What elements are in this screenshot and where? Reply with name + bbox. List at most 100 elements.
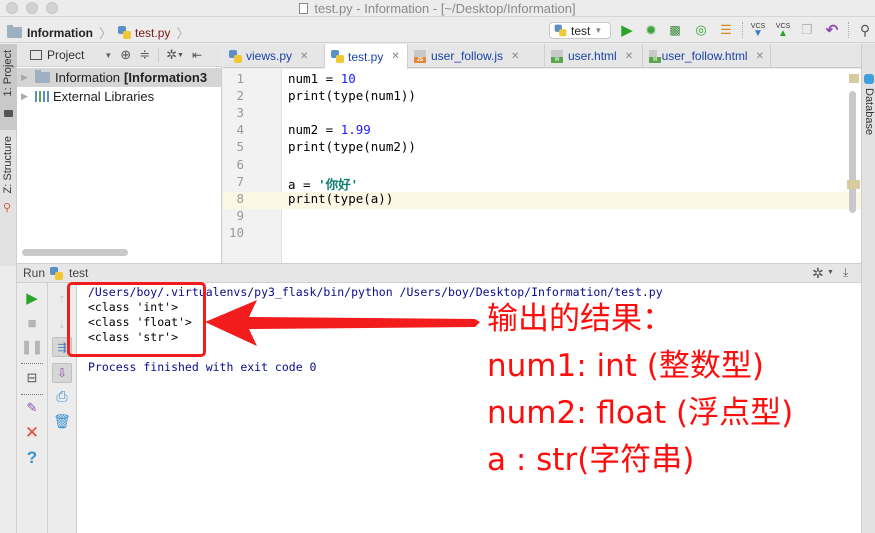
html-file-icon: H [649,49,661,63]
tool-window-project-button[interactable]: 1: Project [0,44,17,130]
tab-user-follow-html[interactable]: H user_follow.html ✕ [643,44,771,68]
close-tab-icon[interactable]: ✕ [625,51,633,62]
project-horizontal-scrollbar[interactable] [22,249,128,256]
database-icon [864,74,874,84]
code-text: a = [288,176,319,192]
collapse-all-icon[interactable]: ≑ [139,47,150,63]
python-file-icon [331,50,344,63]
navigation-bar: Information 〉 test.py 〉 [0,18,875,43]
code-content[interactable]: num1 = 10 print(type(num1)) num2 = 1.99 pri… [282,69,842,263]
code-text: num2 = [288,122,341,138]
project-panel-header: Project ▼ ⊕ ≑ ✲ ▼ ⇤ [17,44,222,67]
hide-panel-icon[interactable]: ⇤ [192,48,202,62]
run-panel-header: Run test ✲ ▼ ⤓ [17,263,861,283]
title-bar: test.py - Information - [~/Desktop/Infor… [0,0,875,17]
toolbar-separator [848,22,849,38]
python-file-icon [118,26,132,39]
chevron-right-icon: 〉 [176,26,190,41]
console-exit-line: Process finished with exit code 0 [88,360,317,374]
run-toolbar-primary: ▶ ■ ❚❚ ⊟ ✎ ✕ ? [17,283,48,533]
chevron-down-icon: ▼ [177,51,184,59]
html-file-icon: H [551,49,563,63]
tab-user-html[interactable]: H user.html ✕ [545,44,643,68]
coverage-icon[interactable]: ▩ [666,21,684,39]
code-number-literal: 10 [340,71,356,86]
search-icon[interactable]: ⚲ [856,21,874,39]
folder-icon [7,25,22,38]
separator [21,363,43,364]
chevron-right-icon: 〉 [99,26,113,41]
code-line[interactable]: num2 = 1.99 [288,122,371,137]
tree-item-information[interactable]: ▶ Information [Information3 [17,68,221,87]
print-icon[interactable]: ⎙ [54,388,70,404]
code-line[interactable]: print(type(num2)) [288,139,416,154]
expand-arrow-icon[interactable]: ▶ [21,72,35,83]
code-line[interactable]: print(type(a)) [288,191,393,206]
gear-icon[interactable]: ✲ [812,265,824,282]
breadcrumb-project[interactable]: Information [27,26,93,40]
expand-arrow-icon[interactable]: ▶ [21,91,35,102]
line-number: 4 [236,122,244,138]
pin-icon[interactable]: ✎ [24,400,40,416]
rerun-icon[interactable]: ▶ [24,290,40,307]
js-file-icon: JS [414,49,426,63]
close-tab-icon[interactable]: ✕ [391,51,399,62]
tree-item-external-libraries[interactable]: ▶ External Libraries [17,87,221,106]
close-tab-icon[interactable]: ✕ [300,51,308,62]
line-number: 9 [236,207,244,223]
python-icon [50,266,64,280]
breadcrumb-file[interactable]: test.py [135,26,170,40]
tool-window-database-button[interactable]: Database [863,88,875,135]
compare-icon[interactable]: ❐ [798,21,816,39]
run-configuration-select[interactable]: test ▼ [549,22,611,39]
trash-icon[interactable]: 🗑 [53,413,71,429]
annotation-line: a : str(字符串) [487,442,695,478]
line-number: 3 [236,105,244,121]
annotation-line: num2: float (浮点型) [487,395,794,431]
tab-views-py[interactable]: views.py ✕ [223,44,325,68]
run-left-strip [0,266,17,533]
chevron-down-icon: ▼ [594,26,603,35]
help-icon[interactable]: ? [24,448,40,467]
annotation-line: num1: int (整数型) [487,348,764,384]
stop-icon[interactable]: ■ [24,315,40,332]
revert-icon[interactable]: ↶ [823,21,841,39]
tab-test-py[interactable]: test.py ✕ [325,44,408,69]
profile-icon[interactable]: ◎ [692,21,710,39]
locate-icon[interactable]: ⊕ [120,47,131,63]
run-icon[interactable]: ▶ [618,21,636,39]
structure-icon: ⚲ [3,202,12,214]
annotation-arrow-shape [205,300,480,346]
tab-user-follow-js[interactable]: JS user_follow.js ✕ [408,44,545,68]
separator [158,48,160,62]
debug-icon[interactable]: ✹ [642,21,660,39]
view-dropdown-icon[interactable]: ▼ [104,51,112,60]
analysis-status-marker [849,74,859,83]
vcs-update-icon[interactable]: VCS ▼ [749,21,767,39]
code-text: print(type(num1)) [288,88,416,104]
code-string-literal: '你好' [318,176,359,192]
pause-icon[interactable]: ❚❚ [21,339,43,355]
concurrency-icon[interactable]: ☰ [717,21,735,39]
python-icon [554,24,567,37]
close-tab-icon[interactable]: ✕ [756,51,764,62]
annotation-line: 输出的结果： [487,301,673,337]
line-number: 7 [236,173,244,189]
close-tab-icon[interactable]: ✕ [511,51,519,62]
scroll-to-end-icon[interactable]: ⇩ [52,363,72,383]
code-line[interactable]: print(type(num1)) [288,88,416,103]
tool-window-structure-button[interactable]: Z: Structure ⚲ [0,136,17,216]
vcs-commit-icon[interactable]: VCS ▲ [774,21,792,39]
project-view-label[interactable]: Project [47,48,84,62]
editor-vertical-scrollbar[interactable] [849,91,856,213]
close-icon[interactable]: ✕ [24,423,40,442]
toolbar-separator [742,22,743,38]
line-number: 5 [236,139,244,155]
code-line[interactable]: num1 = 10 [288,71,356,86]
window-title: test.py - Information - [~/Desktop/Infor… [0,1,875,16]
hide-run-panel-icon[interactable]: ⤓ [843,265,848,280]
document-icon [299,3,309,14]
gear-icon[interactable]: ✲ [166,47,177,63]
ide-window: test.py - Information - [~/Desktop/Infor… [0,0,875,533]
restore-layout-icon[interactable]: ⊟ [24,370,40,386]
